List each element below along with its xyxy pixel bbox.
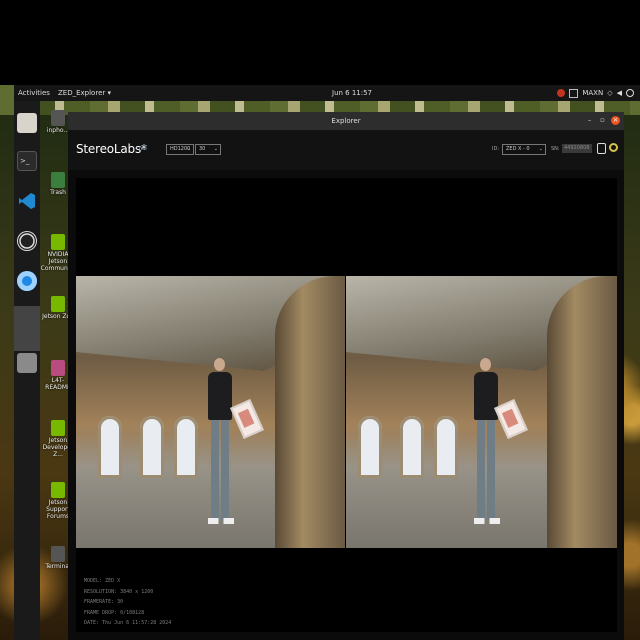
terminal-icon[interactable]: >_	[17, 151, 37, 171]
window-titlebar[interactable]: Explorer – ▫ ×	[68, 112, 624, 130]
settings-gear-icon[interactable]	[609, 143, 618, 152]
fps-select[interactable]: 30 ⌄	[195, 144, 221, 155]
terminal-icon	[51, 546, 65, 562]
chromium-icon[interactable]	[17, 271, 37, 291]
person	[474, 358, 500, 530]
power-mode-icon	[569, 88, 579, 98]
nvidia-icon	[51, 420, 65, 436]
maximize-icon[interactable]: ▫	[598, 116, 607, 125]
dock: >_	[14, 101, 40, 640]
window-title: Explorer	[331, 117, 361, 125]
file-icon	[51, 110, 65, 126]
resolution-select[interactable]: HD1200 ⌄	[166, 144, 194, 155]
camera-select[interactable]: ZED X - 0 ⌄	[502, 144, 546, 155]
info-model: MODEL: ZED X	[84, 578, 121, 584]
serial-number-label: SN:	[551, 146, 560, 152]
network-icon[interactable]: ◇	[607, 85, 612, 101]
files-icon[interactable]	[17, 113, 37, 133]
explorer-window: Explorer – ▫ × StereoLabs* LIVE HD1200 ⌄…	[68, 112, 624, 640]
system-tray[interactable]: MAXN ◇ ◀	[557, 85, 634, 101]
app-toolbar: StereoLabs* LIVE HD1200 ⌄ 30 ⌄ ID: ZED X…	[68, 130, 624, 170]
nvidia-icon	[51, 296, 65, 312]
vscode-icon[interactable]	[17, 191, 37, 211]
live-indicator: LIVE	[136, 146, 147, 152]
camera-info-panel: MODEL: ZED X RESOLUTION: 3840 x 1200 FRA…	[84, 576, 171, 629]
serial-number-field: 44920808	[562, 144, 592, 153]
clock[interactable]: Jun 6 11:57	[332, 85, 372, 101]
nvidia-icon[interactable]	[557, 89, 566, 97]
stereo-viewer: MODEL: ZED X RESOLUTION: 3840 x 1200 FRA…	[76, 178, 617, 632]
active-app-indicator[interactable]	[14, 306, 40, 351]
power-mode-label[interactable]: MAXN	[582, 85, 603, 101]
close-icon[interactable]: ×	[611, 116, 620, 125]
system-top-bar: Activities ZED_Explorer ▾ Jun 6 11:57 MA…	[14, 85, 640, 101]
camera-id-label: ID:	[492, 146, 500, 152]
app-menu[interactable]: ZED_Explorer ▾	[58, 85, 111, 101]
left-camera-image	[76, 276, 345, 548]
obs-icon[interactable]	[17, 231, 37, 251]
record-icon[interactable]	[597, 143, 606, 154]
nvidia-icon	[51, 482, 65, 498]
volume-icon[interactable]: ◀	[617, 85, 622, 101]
disk-icon[interactable]	[17, 353, 37, 373]
chevron-down-icon: ⌄	[186, 146, 191, 152]
minimize-icon[interactable]: –	[585, 116, 594, 125]
info-resolution: RESOLUTION: 3840 x 1200	[84, 588, 154, 595]
info-frame-drop: FRAME DROP: 0/108128	[84, 609, 145, 616]
right-camera-image	[346, 276, 617, 548]
folder-icon	[51, 360, 65, 376]
chevron-down-icon: ⌄	[538, 146, 543, 152]
info-date: DATE: Thu Jun 6 11:57:28 2024	[84, 620, 172, 626]
trash-icon	[51, 172, 65, 188]
person	[208, 358, 234, 530]
nvidia-icon	[51, 234, 65, 250]
info-framerate: FRAMERATE: 30	[84, 599, 124, 605]
power-icon[interactable]	[626, 89, 634, 97]
chevron-down-icon: ⌄	[213, 146, 218, 152]
activities-button[interactable]: Activities	[18, 85, 50, 101]
